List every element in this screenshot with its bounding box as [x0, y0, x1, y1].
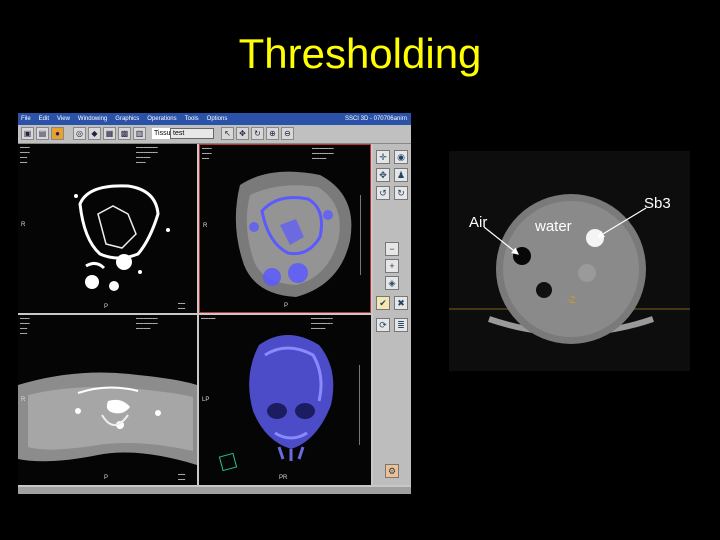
- settings-icon[interactable]: ⚙: [385, 464, 399, 478]
- save-icon[interactable]: ▣: [21, 127, 34, 140]
- menu-item-view[interactable]: View: [57, 113, 70, 125]
- status-bar: [18, 487, 411, 494]
- checkmark-icon[interactable]: ✔: [376, 296, 390, 310]
- refresh-icon[interactable]: ⟳: [376, 318, 390, 332]
- tool-palette: ✛ ◉ ✥ ♟ ↺ ↻ − + ◈ ✔ ✖ ⟳ ≣ ⚙: [373, 144, 411, 485]
- layer-icon[interactable]: ◈: [385, 276, 399, 290]
- scale-ruler: [359, 365, 360, 445]
- skull-3d-render: [218, 335, 334, 472]
- scale-ruler: [360, 195, 361, 275]
- orientation-bottom: P: [104, 475, 109, 481]
- orientation-bottom: PR: [279, 475, 288, 481]
- lock-icon[interactable]: ●: [51, 127, 64, 140]
- viewport-coronal[interactable]: ▬▬▬▬ ▬▬▬▬ ▬▬▬ ▬▬▬ ▬▬▬▬▬▬▬▬▬ ▬▬▬▬▬▬▬▬▬ ▬▬▬▬▬▬ …: [18, 315, 197, 485]
- orientation-left: R: [21, 397, 26, 403]
- rotate-right-icon[interactable]: ↻: [394, 186, 408, 200]
- tissue-input[interactable]: test: [170, 128, 214, 139]
- tool-button-3[interactable]: ▦: [103, 127, 116, 140]
- menu-item-file[interactable]: File: [21, 113, 31, 125]
- menu-item-edit[interactable]: Edit: [39, 113, 49, 125]
- sb3-label: Sb3: [644, 195, 671, 212]
- orientation-left: R: [203, 223, 208, 229]
- air-label: Air: [469, 214, 488, 231]
- minus-icon[interactable]: −: [385, 242, 399, 256]
- person-icon[interactable]: ♟: [394, 168, 408, 182]
- target-icon[interactable]: ◉: [394, 150, 408, 164]
- layers-icon[interactable]: ≣: [394, 318, 408, 332]
- menu-item-windowing[interactable]: Windowing: [78, 113, 107, 125]
- menu-item-tools[interactable]: Tools: [185, 113, 199, 125]
- zoom-out-icon[interactable]: ⊖: [281, 127, 294, 140]
- orientation-bottom: P: [284, 303, 289, 309]
- viewport-axial-overlay[interactable]: ▬▬▬▬ ▬▬▬▬ ▬▬▬ ▬▬▬▬▬▬▬▬▬ ▬▬▬▬▬▬▬▬▬ ▬▬▬▬▬▬ R P: [199, 144, 371, 313]
- rotate-icon[interactable]: ↻: [251, 127, 264, 140]
- tool-button-2[interactable]: ◆: [88, 127, 101, 140]
- pan-icon[interactable]: ✥: [236, 127, 249, 140]
- menu-item-graphics[interactable]: Graphics: [115, 113, 139, 125]
- crosshair-icon[interactable]: ✛: [376, 150, 390, 164]
- open-icon[interactable]: ▤: [36, 127, 49, 140]
- phantom-drawing: [449, 194, 690, 344]
- coronal-ct-image: [18, 372, 197, 465]
- menu-item-operations[interactable]: Operations: [147, 113, 176, 125]
- viewport-info-text: ▬▬▬▬▬▬: [178, 473, 186, 482]
- phantom-ct-image: -Z: [449, 151, 690, 371]
- ct-overlay-image: [235, 171, 352, 297]
- water-label: water: [535, 218, 572, 235]
- orientation-left: R: [21, 222, 26, 228]
- menu-item-options[interactable]: Options: [207, 113, 228, 125]
- orientation-bottom: P: [104, 304, 109, 310]
- orientation-left: LP: [202, 397, 210, 403]
- plus-icon[interactable]: +: [385, 259, 399, 273]
- pointer-icon[interactable]: ↖: [221, 127, 234, 140]
- toolbar: ▣ ▤ ● ◎ ◆ ▦ ▩ ▥ Tissue: test ↖ ✥ ↻ ⊕ ⊖: [18, 125, 411, 144]
- tool-button-5[interactable]: ▥: [133, 127, 146, 140]
- menu-bar: File Edit View Windowing Graphics Operations T…: [18, 113, 411, 125]
- close-icon[interactable]: ✖: [394, 296, 408, 310]
- tool-button-4[interactable]: ▩: [118, 127, 131, 140]
- tool-button-1[interactable]: ◎: [73, 127, 86, 140]
- viewport-3d-render[interactable]: ▬▬▬▬▬▬ ▬▬▬▬▬▬▬▬▬ ▬▬▬▬▬▬▬▬▬ ▬▬▬▬▬▬ LP PR: [199, 315, 371, 485]
- rotate-left-icon[interactable]: ↺: [376, 186, 390, 200]
- window-title: SSCI 3D - 070706anirn: [344, 116, 407, 122]
- zoom-in-icon[interactable]: ⊕: [266, 127, 279, 140]
- application-window: File Edit View Windowing Graphics Operations T…: [18, 113, 411, 494]
- menu-list: File Edit View Windowing Graphics Operations T…: [21, 113, 227, 125]
- axis-marker-label: -Z: [567, 295, 576, 305]
- viewport-info-text: ▬▬▬▬▬▬: [178, 302, 186, 311]
- pan-tool-icon[interactable]: ✥: [376, 168, 390, 182]
- skull-mask-image: [74, 184, 170, 291]
- viewport-axial-threshold[interactable]: ▬▬▬▬ ▬▬▬▬ ▬▬▬ ▬▬▬ ▬▬▬▬▬▬▬▬▬ ▬▬▬▬▬▬▬▬▬ ▬▬▬▬▬▬ ▬…: [18, 144, 197, 313]
- slide-title: Thresholding: [238, 30, 482, 77]
